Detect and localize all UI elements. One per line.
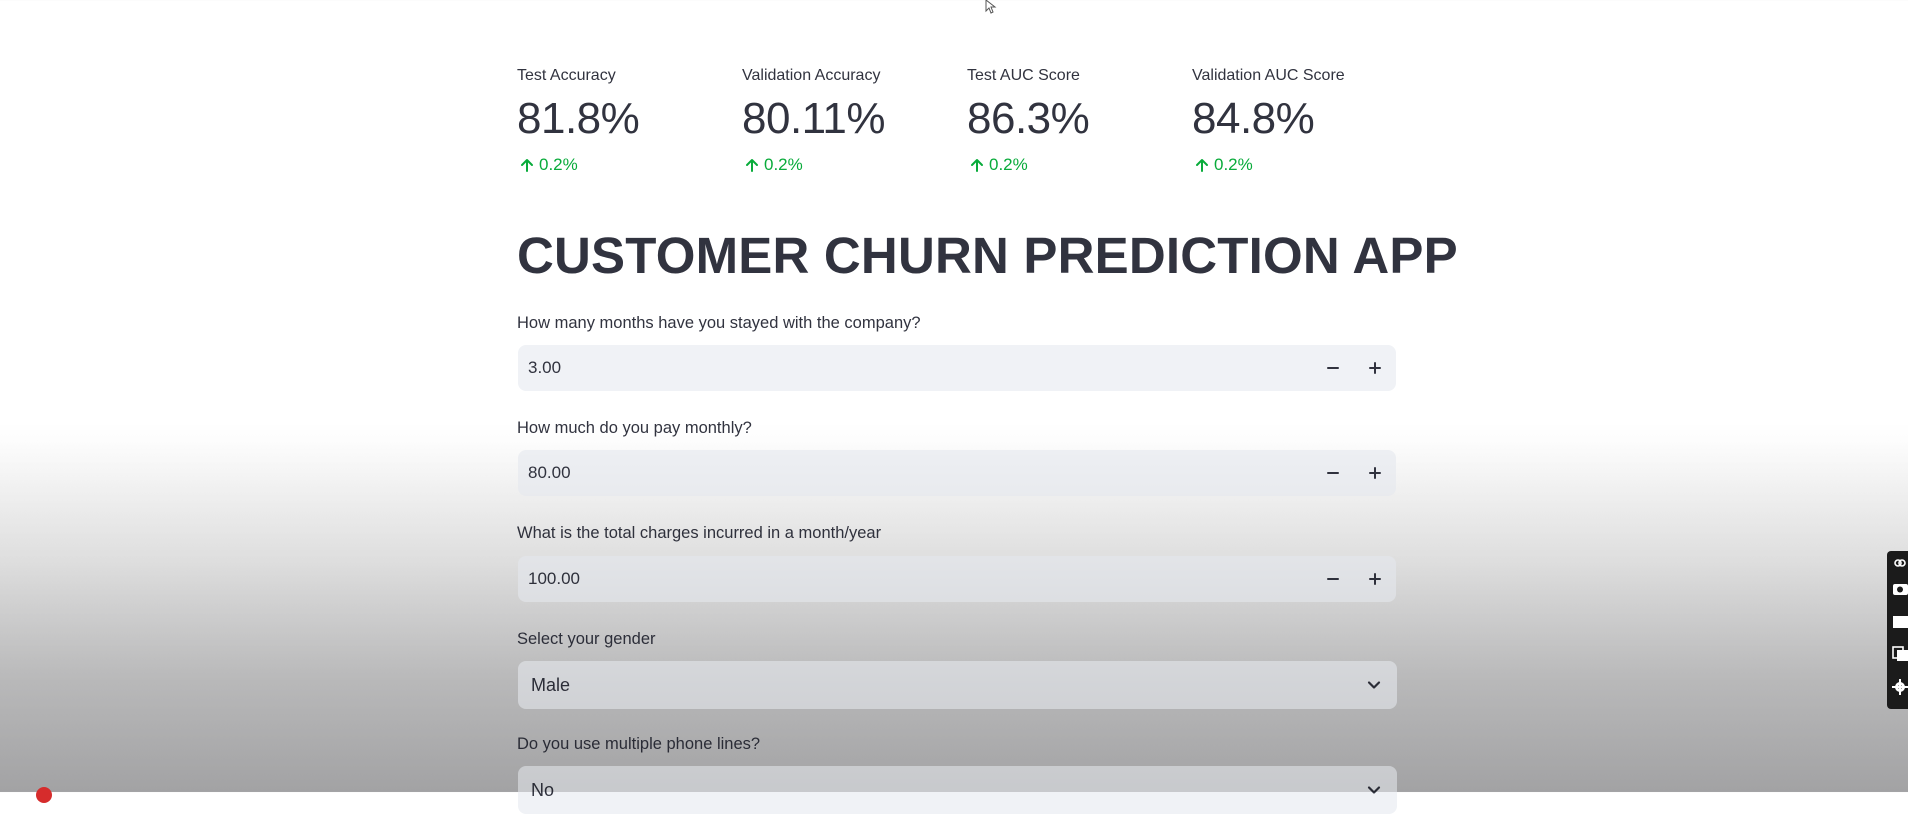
metric-value: 81.8% — [517, 94, 640, 143]
metric-value: 84.8% — [1192, 94, 1315, 143]
chevron-down-icon[interactable] — [1365, 676, 1383, 694]
monthly-charges-decrement-button[interactable] — [1318, 458, 1348, 488]
gender-label: Select your gender — [517, 630, 656, 648]
arrow-up-icon — [1196, 159, 1208, 172]
plus-icon — [1369, 362, 1381, 374]
plus-icon — [1369, 467, 1381, 479]
gender-selected-value[interactable]: Male — [531, 675, 570, 696]
arrow-up-icon — [746, 159, 758, 172]
total-charges-increment-button[interactable] — [1360, 564, 1390, 594]
monthly-charges-increment-button[interactable] — [1360, 458, 1390, 488]
total-charges-label: What is the total charges incurred in a … — [517, 524, 882, 542]
total-charges-value[interactable]: 100.00 — [528, 569, 580, 589]
side-toolbar — [1887, 551, 1908, 709]
phone-lines-select[interactable]: No — [518, 766, 1397, 814]
metric-value: 80.11% — [742, 94, 885, 143]
metric-delta: 0.2% — [969, 155, 1028, 175]
plus-icon — [1369, 573, 1381, 585]
monthly-charges-number-input[interactable]: 80.00 — [518, 450, 1396, 496]
metric-value: 86.3% — [967, 94, 1090, 143]
copy-icon[interactable] — [1892, 646, 1908, 662]
metric-delta-value: 0.2% — [1214, 155, 1253, 174]
arrow-up-icon — [521, 159, 533, 172]
monthly-charges-value[interactable]: 80.00 — [528, 463, 571, 483]
tenure-increment-button[interactable] — [1360, 353, 1390, 383]
phone-lines-label: Do you use multiple phone lines? — [517, 735, 761, 753]
metric-label: Test Accuracy — [517, 67, 616, 84]
chevron-down-icon[interactable] — [1365, 781, 1383, 799]
minus-icon — [1327, 578, 1339, 580]
record-indicator-icon — [36, 787, 52, 803]
mouse-cursor-icon — [985, 0, 997, 14]
camera-icon[interactable] — [1892, 581, 1908, 597]
metric-delta: 0.2% — [519, 155, 578, 175]
rectangle-icon[interactable] — [1892, 614, 1908, 630]
tenure-decrement-button[interactable] — [1318, 353, 1348, 383]
total-charges-decrement-button[interactable] — [1318, 564, 1348, 594]
gender-select[interactable]: Male — [518, 661, 1397, 709]
metric-label: Validation Accuracy — [742, 67, 881, 84]
minus-icon — [1327, 472, 1339, 474]
tenure-value[interactable]: 3.00 — [528, 358, 561, 378]
gear-icon[interactable] — [1892, 679, 1908, 695]
phone-lines-selected-value[interactable]: No — [531, 780, 554, 801]
tenure-label: How many months have you stayed with the… — [517, 314, 921, 332]
metric-delta: 0.2% — [1194, 155, 1253, 175]
metric-delta-value: 0.2% — [539, 155, 578, 174]
metric-delta-value: 0.2% — [764, 155, 803, 174]
total-charges-number-input[interactable]: 100.00 — [518, 556, 1396, 602]
arrow-up-icon — [971, 159, 983, 172]
metric-label: Validation AUC Score — [1192, 67, 1345, 84]
monthly-charges-label: How much do you pay monthly? — [517, 419, 752, 437]
metric-delta: 0.2% — [744, 155, 803, 175]
tenure-number-input[interactable]: 3.00 — [518, 345, 1396, 391]
link-icon[interactable] — [1892, 555, 1908, 571]
metric-delta-value: 0.2% — [989, 155, 1028, 174]
metrics-row: Test Accuracy 81.8% 0.2% Validation Accu… — [517, 64, 1397, 184]
metric-label: Test AUC Score — [967, 67, 1080, 84]
page-title: CUSTOMER CHURN PREDICTION APP — [517, 227, 1458, 284]
minus-icon — [1327, 367, 1339, 369]
